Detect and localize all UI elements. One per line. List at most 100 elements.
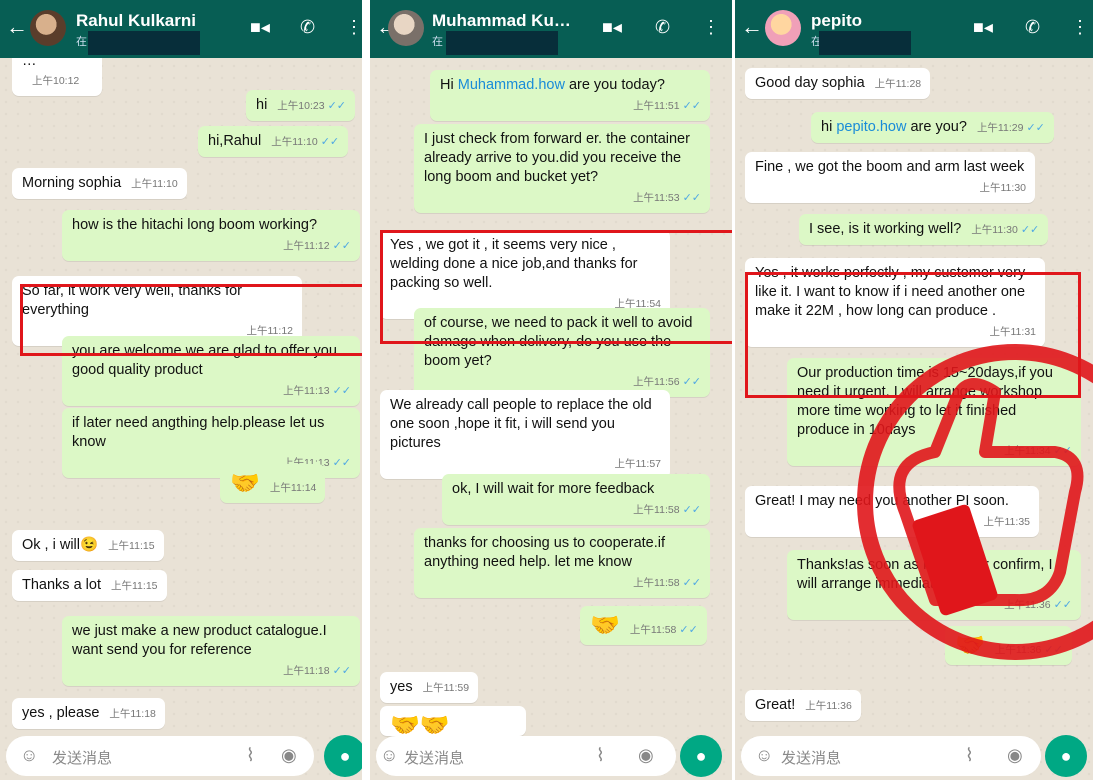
message-bubble[interactable]: I just check from forward er. the contai… [414,124,710,213]
message-time: 上午10:23 [277,100,325,112]
message-bubble[interactable]: Ok , i will😉 上午11:15 [12,530,164,561]
phone-icon[interactable]: ✆ [655,17,670,38]
message-time: 上午11:57 [614,458,662,470]
message-bubble[interactable]: hi 上午10:23 ✓✓ [246,90,356,121]
message-text: ok, I will wait for more feedback [452,481,655,497]
avatar[interactable] [388,10,424,46]
message-time: 上午11:30 ✓✓ [971,224,1040,236]
message-bubble[interactable]: Thanks a lot 上午11:15 [12,570,167,601]
message-time: 上午11:58 ✓✓ [633,577,701,589]
more-vert-icon[interactable]: ⋮ [1071,17,1089,38]
message-time: 上午11:12 ✓✓ [283,240,351,252]
handshake-icon: 🤝 [955,632,985,659]
message-input[interactable]: ☺ 发送消息 ⌇ ◉ [741,736,1041,776]
message-bubble[interactable]: yes 上午11:59 [380,672,479,703]
contact-name[interactable]: Muhammad Ku… [432,11,571,31]
avatar[interactable] [765,10,801,46]
message-time: 上午11:58 ✓✓ [633,504,701,516]
message-bubble[interactable]: 🤝 上午11:36 ✓✓ [945,626,1072,665]
avatar[interactable] [30,10,66,46]
message-bubble[interactable]: Morning sophia 上午11:10 [12,168,187,199]
arrow-left-icon[interactable]: ← [6,14,28,40]
microphone-icon[interactable]: ● [680,735,722,777]
video-camera-icon[interactable]: ■◂ [250,17,270,38]
paperclip-icon[interactable]: ⌇ [246,745,255,766]
highlight-box [20,284,362,356]
composer-bar: ☺ 发送消息 ⌇ ◉ ● [0,728,362,780]
message-bubble[interactable]: ok, I will wait for more feedback 上午11:58… [442,474,710,525]
message-bubble[interactable]: yes , please 上午11:18 [12,698,165,729]
message-bubble[interactable]: Great! I may need you another PI soon. 上午… [745,486,1039,537]
message-text: Hi Muhammad.how are you today? [440,77,665,93]
message-text: hi [256,97,268,113]
message-text: hi pepito.how are you? [821,119,967,135]
message-text: Fine , we got the boom and arm last week [755,159,1025,175]
message-text: Great! I may need you another PI soon. [755,493,1009,509]
contact-name[interactable]: pepito [811,11,862,31]
message-time: 上午11:30 [979,182,1027,194]
message-text: I just check from forward er. the contai… [424,131,690,185]
message-text: Ok , i will😉 [22,537,99,553]
message-time: 上午11:18 [109,708,156,720]
message-text: We already call people to replace the ol… [390,397,652,451]
message-bubble[interactable]: Thanks!as soon as I get order confirm, I… [787,550,1081,620]
message-list[interactable]: Hi Muhammad.how are you today? 上午11:51 ✓✓ … [370,58,732,739]
video-camera-icon[interactable]: ■◂ [973,17,993,38]
handshake-icon: 🤝 [230,470,260,497]
message-time: 上午11:10 [131,178,178,190]
message-bubble[interactable]: Fine , we got the boom and arm last week… [745,152,1035,203]
camera-icon[interactable]: ◉ [281,745,297,766]
video-camera-icon[interactable]: ■◂ [602,17,622,38]
chat-panel-rahul: ← Rahul Kulkarni 在 ■◂ ✆ ⋮ …上午10:12 hi 上午1… [0,0,362,780]
phone-icon[interactable]: ✆ [300,17,315,38]
message-text: how is the hitachi long boom working? [72,217,318,233]
message-time: 上午11:28 [874,78,922,90]
message-bubble[interactable]: 🤝 上午11:14 [220,464,326,503]
more-vert-icon[interactable]: ⋮ [345,17,362,38]
message-bubble[interactable]: 🤝 上午11:58 ✓✓ [580,606,707,645]
message-text: we just make a new product catalogue.I w… [72,623,327,658]
message-bubble[interactable]: Good day sophia 上午11:28 [745,68,931,99]
message-bubble[interactable]: hi pepito.how are you? 上午11:29 ✓✓ [811,112,1054,143]
message-list[interactable]: …上午10:12 hi 上午10:23 ✓✓ hi,Rahul 上午11:10 ✓✓ M… [0,46,362,729]
message-bubble[interactable]: I see, is it working well? 上午11:30 ✓✓ [799,214,1049,245]
redacted-block [88,31,200,55]
message-link[interactable]: pepito.how [836,119,906,135]
message-input[interactable]: ☺ 发送消息 ⌇ ◉ [376,736,676,776]
message-bubble[interactable]: Hi Muhammad.how are you today? 上午11:51 ✓✓ [430,70,710,121]
phone-icon[interactable]: ✆ [1025,17,1040,38]
message-bubble[interactable]: hi,Rahul 上午11:10 ✓✓ [198,126,349,157]
contact-name[interactable]: Rahul Kulkarni [76,11,196,31]
more-vert-icon[interactable]: ⋮ [702,17,720,38]
smiley-icon[interactable]: ☺ [20,745,38,766]
message-text: Great! [755,697,796,713]
message-time: 上午11:15 [108,540,155,552]
paperclip-icon[interactable]: ⌇ [596,745,605,766]
message-link[interactable]: Muhammad.how [458,77,565,93]
message-bubble[interactable]: we just make a new product catalogue.I w… [62,616,360,686]
redacted-block [819,31,911,55]
camera-icon[interactable]: ◉ [638,745,654,766]
message-input[interactable]: ☺ 发送消息 ⌇ ◉ [6,736,314,776]
composer-bar: ☺ 发送消息 ⌇ ◉ ● [370,728,732,780]
arrow-left-icon[interactable]: ← [741,14,763,40]
camera-icon[interactable]: ◉ [1007,745,1023,766]
message-bubble[interactable]: We already call people to replace the ol… [380,390,670,479]
message-text: thanks for choosing us to cooperate.if a… [424,535,666,570]
message-time: 上午11:53 ✓✓ [633,192,701,204]
message-bubble[interactable]: Great! 上午11:36 [745,690,861,721]
microphone-icon[interactable]: ● [324,735,362,777]
paperclip-icon[interactable]: ⌇ [965,745,974,766]
message-bubble[interactable]: thanks for choosing us to cooperate.if a… [414,528,710,598]
message-time: 上午11:29 ✓✓ [976,122,1045,134]
message-bubble[interactable]: how is the hitachi long boom working? 上午1… [62,210,360,261]
message-text: if later need angthing help.please let u… [72,415,325,450]
message-text: Good day sophia [755,75,865,91]
smiley-icon[interactable]: ☺ [755,745,773,766]
smiley-icon[interactable]: ☺ [380,745,398,766]
chat-header: ← Rahul Kulkarni 在 ■◂ ✆ ⋮ [0,0,362,58]
double-check-icon: ✓✓ [320,136,340,148]
message-time: 上午11:35 [983,516,1031,528]
microphone-icon[interactable]: ● [1045,735,1087,777]
input-placeholder: 发送消息 [404,750,465,767]
